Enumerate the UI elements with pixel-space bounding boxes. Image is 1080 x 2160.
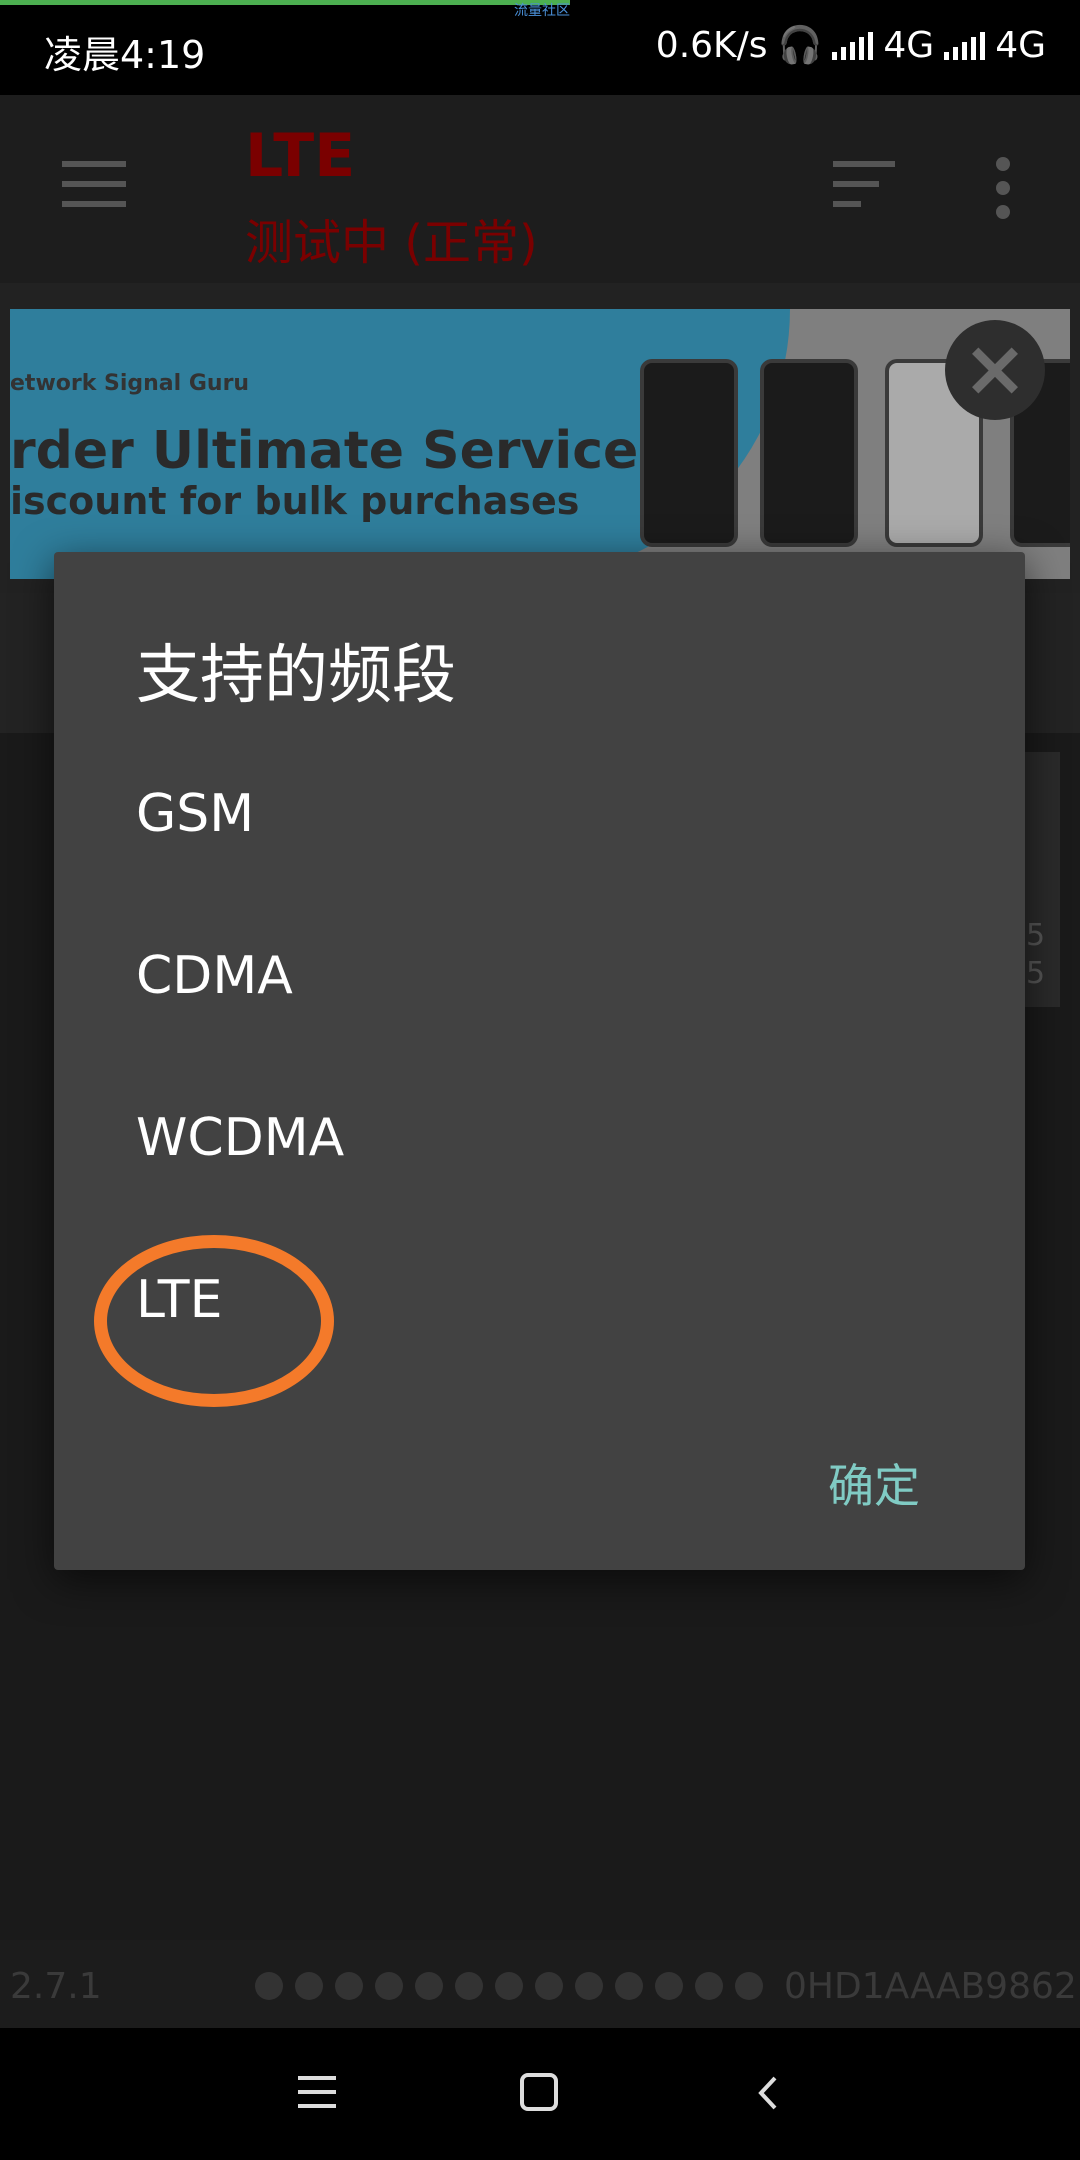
banner-line-2: rder Ultimate Service: [10, 421, 639, 481]
version-label: 2.7.1: [10, 1966, 102, 2007]
page-indicator: [255, 1972, 763, 2000]
confirm-button[interactable]: 确定: [828, 1450, 920, 1516]
ad-banner[interactable]: etwork Signal Guru rder Ultimate Service…: [10, 309, 1070, 579]
page-dot: [695, 1972, 723, 2000]
network-type-1: 4G: [883, 24, 935, 66]
sort-icon[interactable]: [833, 161, 895, 207]
network-type-2: 4G: [995, 24, 1046, 66]
page-dot: [655, 1972, 683, 2000]
highlight-circle-annotation: [94, 1235, 334, 1407]
page-dot: [575, 1972, 603, 2000]
page-dot: [455, 1972, 483, 2000]
page-dot: [255, 1972, 283, 2000]
status-loading-text: 流量社区: [514, 3, 570, 19]
page-dot: [535, 1972, 563, 2000]
app-footer: 2.7.1 0HD1AAAB9862: [0, 1940, 1080, 2028]
home-button[interactable]: [515, 2068, 565, 2118]
headphone-icon: 🎧: [777, 25, 823, 66]
close-ad-icon[interactable]: [945, 320, 1045, 420]
phone-image: [640, 359, 738, 547]
page-load-progress: [0, 0, 570, 5]
back-button[interactable]: [745, 2068, 795, 2118]
supported-bands-dialog: 支持的频段 GSM CDMA WCDMA LTE 确定: [54, 552, 1025, 1570]
phone-image: [760, 359, 858, 547]
band-option-gsm[interactable]: GSM: [136, 784, 254, 844]
device-id: 0HD1AAAB9862: [784, 1966, 1077, 2007]
band-option-cdma[interactable]: CDMA: [136, 946, 293, 1006]
signal-icon-2: [944, 30, 986, 60]
side-value: 5: [1026, 918, 1046, 953]
back-chevron-icon: [758, 2076, 777, 2110]
status-bar: 流量社区 凌晨4:19 0.6K/s 🎧 4G 4G: [0, 0, 1080, 95]
dialog-title: 支持的频段: [136, 639, 456, 713]
app-toolbar: LTE 测试中 (正常): [0, 95, 1080, 283]
banner-line-1: etwork Signal Guru: [10, 371, 250, 396]
page-dot: [375, 1972, 403, 2000]
page-dot: [735, 1972, 763, 2000]
system-nav-bar: [0, 2028, 1080, 2160]
hamburger-menu-icon[interactable]: [62, 161, 126, 207]
ad-banner-container: etwork Signal Guru rder Ultimate Service…: [0, 283, 1080, 593]
page-dot: [415, 1972, 443, 2000]
side-value: 5: [1026, 956, 1046, 991]
more-options-icon[interactable]: [996, 157, 1014, 229]
app-status-subtitle: 测试中 (正常): [245, 215, 538, 271]
page-dot: [495, 1972, 523, 2000]
band-option-wcdma[interactable]: WCDMA: [136, 1108, 344, 1168]
page-dot: [295, 1972, 323, 2000]
status-time: 凌晨4:19: [44, 33, 206, 77]
network-speed: 0.6K/s: [655, 24, 768, 66]
status-right-group: 0.6K/s 🎧 4G 4G: [655, 24, 1046, 67]
page-dot: [615, 1972, 643, 2000]
page-dot: [335, 1972, 363, 2000]
app-title: LTE: [245, 121, 356, 191]
recent-apps-button[interactable]: [292, 2068, 342, 2118]
signal-icon-1: [832, 30, 874, 60]
banner-line-3: iscount for bulk purchases: [10, 479, 580, 523]
